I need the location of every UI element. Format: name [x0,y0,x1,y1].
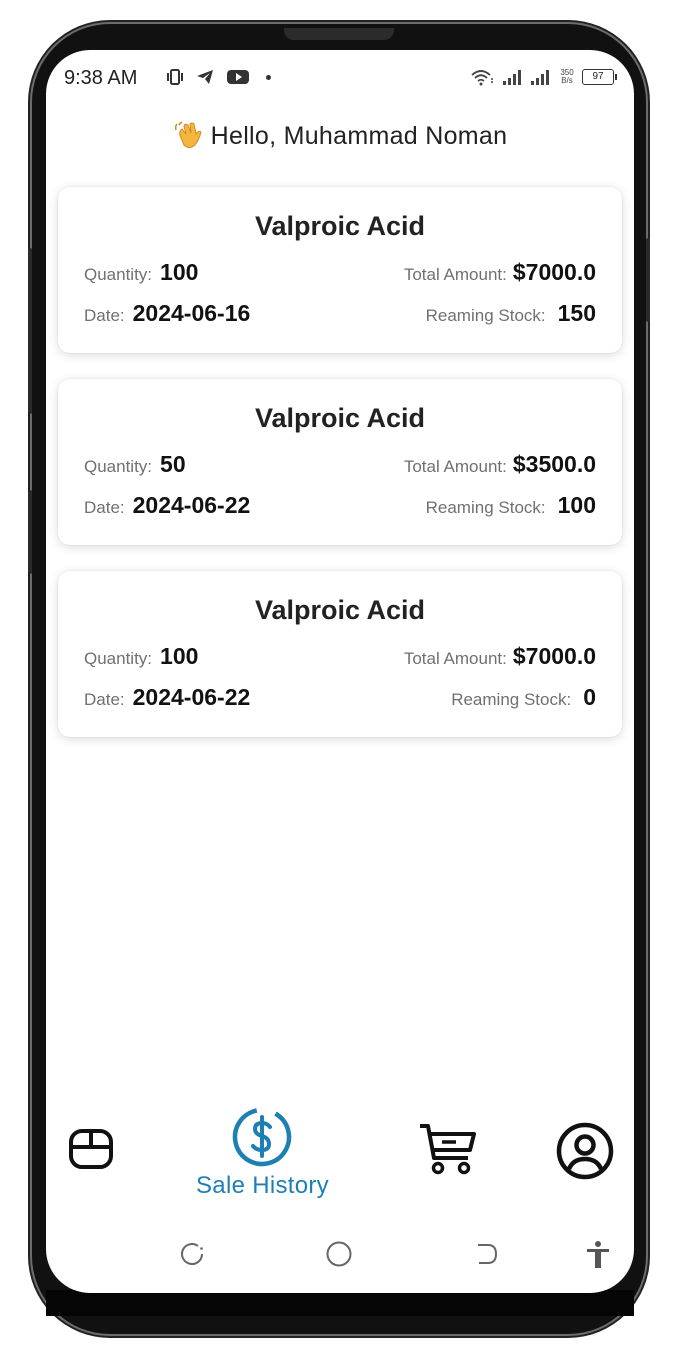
cart-icon [420,1124,476,1175]
recent-apps-icon[interactable] [178,1240,206,1268]
quantity-label: Quantity: [84,265,153,284]
dashboard-icon [69,1129,113,1169]
account-icon [556,1122,614,1180]
accessibility-icon[interactable] [584,1240,612,1270]
total-amount-value: $7000.0 [512,643,596,669]
nav-cart[interactable] [416,1122,480,1178]
network-speed-unit: B/s [561,76,573,85]
quantity-value: 100 [160,259,199,285]
telegram-icon [197,70,213,84]
total-amount-label: Total Amount: [403,265,507,284]
nav-dashboard[interactable] [68,1128,114,1170]
sale-card[interactable]: Valproic Acid Quantity: 100 Total Amount:… [58,187,622,353]
speaker-notch [284,28,394,40]
home-icon[interactable] [324,1240,354,1270]
card-row-quantity-amount: Quantity: 50 Total Amount: $3500.0 [84,451,596,481]
nav-sale-history[interactable]: Sale History [196,1106,329,1200]
status-time: 9:38 AM [64,67,138,89]
date-value: 2024-06-22 [132,492,251,518]
product-name: Valproic Acid [254,595,426,625]
product-name: Valproic Acid [254,403,426,433]
quantity-label: Quantity: [84,649,153,668]
greeting-header: Hello, Muhammad Noman [46,120,634,151]
total-amount-value: $3500.0 [512,451,596,477]
phone-chin [46,1290,634,1316]
signal-icon-2 [531,70,549,85]
vibrate-icon [167,69,183,85]
signal-icon [503,70,521,85]
card-row-quantity-amount: Quantity: 100 Total Amount: $7000.0 [84,643,596,673]
wifi-icon [471,70,493,86]
total-amount-label: Total Amount: [403,649,507,668]
product-name: Valproic Acid [254,211,426,241]
network-speed: 350 B/s [558,69,576,85]
power-button [646,238,650,322]
remaining-stock-label: Reaming Stock: [451,690,572,709]
card-row-quantity-amount: Quantity: 100 Total Amount: $7000.0 [84,259,596,289]
remaining-stock-label: Reaming Stock: [425,498,546,517]
greeting-text: Hello, Muhammad Noman [210,122,508,150]
remaining-stock-value: 100 [557,492,596,518]
notification-icons [166,68,271,86]
bottom-navigation: Sale History [46,1100,634,1210]
total-amount-label: Total Amount: [403,457,507,476]
quantity-value: 50 [160,451,186,477]
total-amount-value: $7000.0 [512,259,596,285]
card-row-date-stock: Date: 2024-06-16 Reaming Stock: 150 [84,300,596,330]
volume-button [28,248,32,414]
date-value: 2024-06-16 [132,300,251,326]
quantity-value: 100 [160,643,199,669]
side-button [28,490,32,574]
app-screen: 9:38 AM 350 B/s 97 Hello, Muhammad Noman… [46,50,634,1293]
dollar-circle-icon [233,1107,292,1167]
system-status-icons: 350 B/s 97 [470,68,617,86]
battery-indicator: 97 [582,69,617,85]
card-row-date-stock: Date: 2024-06-22 Reaming Stock: 100 [84,492,596,522]
remaining-stock-value: 0 [583,684,596,710]
more-notifications-dot [266,74,271,80]
system-navigation-bar [46,1230,634,1280]
nav-account[interactable] [554,1122,616,1180]
date-label: Date: [84,690,125,709]
waving-hand-icon [174,121,202,148]
nav-sale-history-label: Sale History [196,1172,329,1199]
sale-card[interactable]: Valproic Acid Quantity: 50 Total Amount: $… [58,379,622,545]
remaining-stock-value: 150 [557,300,596,326]
date-label: Date: [84,306,125,325]
youtube-icon [227,70,249,84]
status-bar: 9:38 AM 350 B/s 97 [46,64,634,90]
back-icon[interactable] [474,1240,500,1268]
date-label: Date: [84,498,125,517]
sale-card[interactable]: Valproic Acid Quantity: 100 Total Amount:… [58,571,622,737]
quantity-label: Quantity: [84,457,153,476]
date-value: 2024-06-22 [132,684,251,710]
remaining-stock-label: Reaming Stock: [425,306,546,325]
card-row-date-stock: Date: 2024-06-22 Reaming Stock: 0 [84,684,596,714]
